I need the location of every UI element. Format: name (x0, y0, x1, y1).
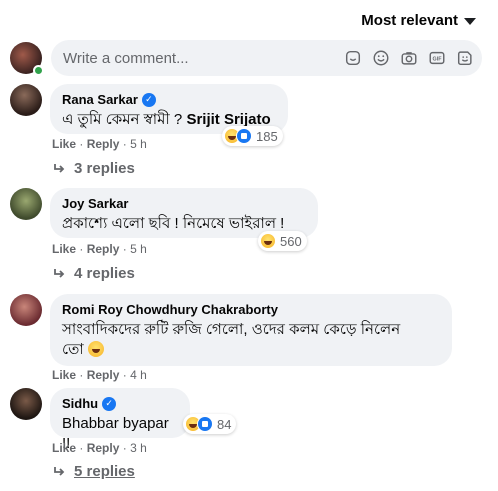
verified-badge-icon: ✓ (141, 92, 156, 107)
like-reaction-icon (197, 416, 213, 432)
view-replies-link[interactable]: 4 replies (52, 265, 135, 282)
comment-bubble: Romi Roy Chowdhury Chakraborty সাংবাদিকদ… (50, 294, 452, 366)
comment-author[interactable]: Romi Roy Chowdhury Chakraborty (62, 302, 440, 317)
comment-author[interactable]: Joy Sarkar (62, 196, 306, 211)
reaction-summary[interactable]: 84 (183, 414, 237, 434)
comment-author[interactable]: Rana Sarkar ✓ (62, 92, 276, 107)
reply-arrow-icon (54, 466, 65, 476)
comment-author[interactable]: Sidhu ✓ (62, 396, 178, 411)
like-link[interactable]: Like (52, 368, 76, 382)
comment-text: সাংবাদিকদের রুটি রুজি গেলো, ওদের কলম কেড… (62, 321, 401, 358)
reply-link[interactable]: Reply (87, 441, 120, 455)
reply-link[interactable]: Reply (87, 242, 120, 256)
comment-actions: Like · Reply · 3 h (52, 441, 147, 455)
reply-arrow-icon (54, 163, 65, 173)
comment-timestamp[interactable]: 3 h (130, 441, 147, 455)
avatar[interactable] (10, 188, 42, 220)
svg-text:GIF: GIF (433, 56, 443, 62)
gif-icon[interactable]: GIF (426, 47, 448, 69)
reaction-summary[interactable]: 560 (258, 231, 307, 251)
camera-icon[interactable] (398, 47, 420, 69)
verified-badge-icon: ✓ (102, 396, 117, 411)
avatar[interactable] (10, 294, 42, 326)
reply-link[interactable]: Reply (87, 137, 120, 151)
comment-actions: Like · Reply · 5 h (52, 242, 147, 256)
online-status-dot (33, 65, 44, 76)
reaction-count: 84 (217, 416, 232, 432)
current-user-avatar[interactable] (10, 42, 44, 76)
reaction-count: 185 (256, 128, 278, 144)
comment-input[interactable]: Write a comment... GIF (51, 40, 482, 76)
reply-arrow-icon (54, 268, 65, 278)
comment-actions: Like · Reply · 5 h (52, 137, 147, 151)
like-link[interactable]: Like (52, 137, 76, 151)
reaction-summary[interactable]: 185 (222, 126, 283, 146)
chevron-down-icon (464, 18, 476, 25)
comment-timestamp[interactable]: 5 h (130, 137, 147, 151)
view-replies-link[interactable]: 5 replies (52, 463, 135, 480)
like-link[interactable]: Like (52, 441, 76, 455)
avatar[interactable] (10, 84, 42, 116)
comment-actions: Like · Reply · 4 h (52, 368, 147, 382)
avatar[interactable] (10, 388, 42, 420)
sticker-icon[interactable] (342, 47, 364, 69)
comment-timestamp[interactable]: 4 h (130, 368, 147, 382)
view-replies-link[interactable]: 3 replies (52, 160, 135, 177)
like-link[interactable]: Like (52, 242, 76, 256)
emoji-icon[interactable] (370, 47, 392, 69)
comment-bubble: Sidhu ✓ Bhabbar byapar !! (50, 388, 190, 452)
reaction-count: 560 (280, 233, 302, 249)
like-reaction-icon (236, 128, 252, 144)
sort-label: Most relevant (361, 12, 458, 29)
grinning-emoji-icon (87, 341, 104, 357)
comment-timestamp[interactable]: 5 h (130, 242, 147, 256)
avatar-sticker-icon[interactable] (454, 47, 476, 69)
comment-composer: Write a comment... GIF (10, 40, 482, 76)
sort-dropdown[interactable]: Most relevant (361, 12, 476, 29)
haha-reaction-icon (260, 233, 276, 249)
comment-input-placeholder: Write a comment... (63, 49, 189, 67)
reply-link[interactable]: Reply (87, 368, 120, 382)
